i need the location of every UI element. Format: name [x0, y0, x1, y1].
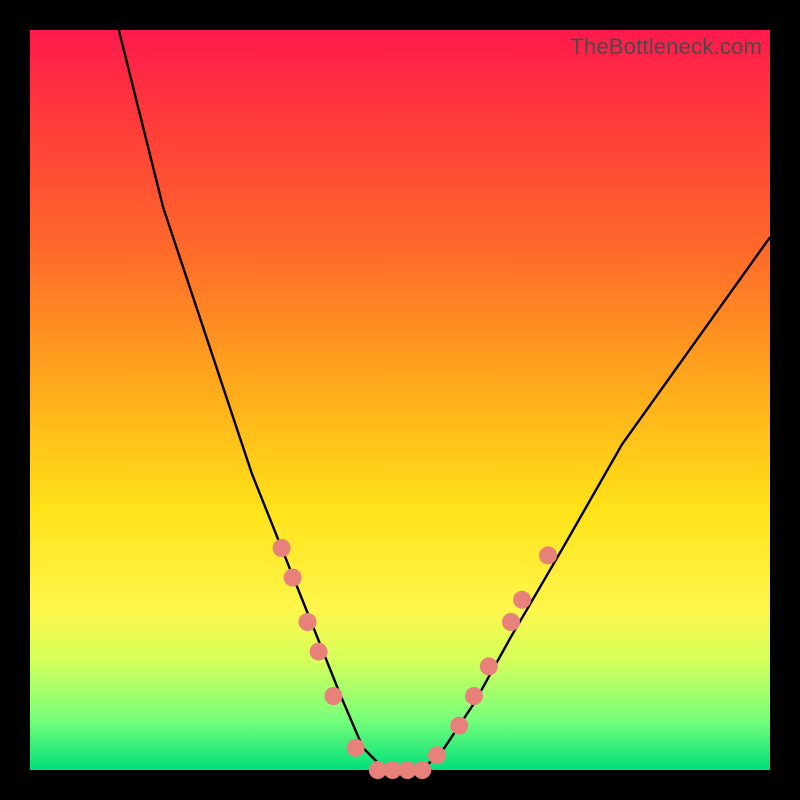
- chart-frame: TheBottleneck.com: [0, 0, 800, 800]
- curve-marker: [502, 613, 520, 631]
- curve-markers: [273, 539, 557, 779]
- curve-marker: [324, 687, 342, 705]
- curve-marker: [347, 739, 365, 757]
- curve-marker: [299, 613, 317, 631]
- curve-marker: [310, 643, 328, 661]
- curve-marker: [480, 657, 498, 675]
- watermark-label: TheBottleneck.com: [570, 34, 762, 60]
- curve-marker: [273, 539, 291, 557]
- curve-marker: [539, 546, 557, 564]
- curve-marker: [428, 746, 446, 764]
- curve-marker: [465, 687, 483, 705]
- curve-marker: [413, 761, 431, 779]
- curve-marker: [450, 717, 468, 735]
- curve-line: [119, 30, 770, 770]
- curve-marker: [513, 591, 531, 609]
- plot-area: TheBottleneck.com: [30, 30, 770, 770]
- curve-marker: [284, 569, 302, 587]
- bottleneck-curve: [30, 30, 770, 770]
